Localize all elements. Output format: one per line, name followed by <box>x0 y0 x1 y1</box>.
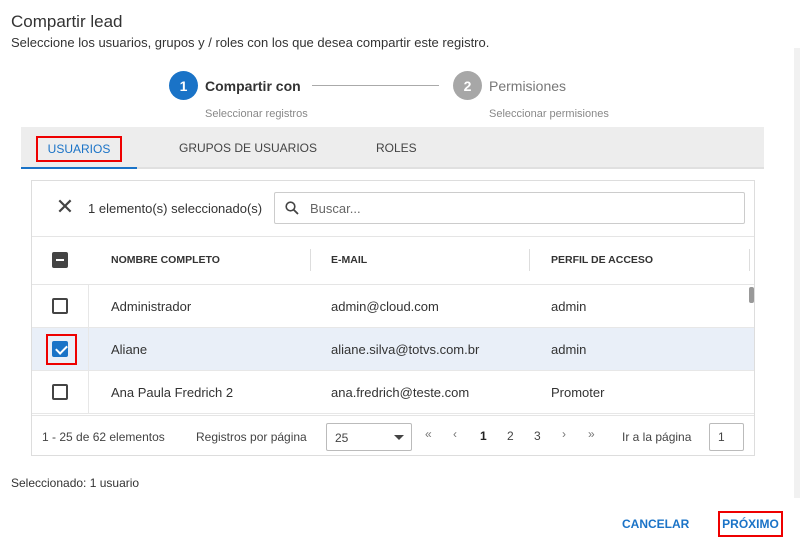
tab-roles[interactable]: ROLES <box>376 127 417 169</box>
step-number-2: 2 <box>453 71 482 100</box>
step-label-2: Permisiones <box>489 78 567 94</box>
column-divider <box>749 249 750 271</box>
pagination-bar: 1 - 25 de 62 elementos Registros por pág… <box>32 415 754 456</box>
column-divider <box>310 249 311 271</box>
row-email: aliane.silva@totvs.com.br <box>331 342 480 357</box>
table-row[interactable]: Aliane aliane.silva@totvs.com.br admin <box>32 328 754 371</box>
row-profile: admin <box>551 299 587 314</box>
step-sub-2: Seleccionar permisiones <box>489 108 609 120</box>
tab-usuarios-label: USUARIOS <box>35 136 123 162</box>
column-header-email: E-MAIL <box>331 254 368 266</box>
column-header-perfil: PERFIL DE ACCESO <box>551 254 654 266</box>
search-input[interactable] <box>310 198 730 218</box>
step-compartir-con[interactable]: 1 Compartir con Seleccionar registros <box>169 71 308 120</box>
step-number-1: 1 <box>169 71 198 100</box>
page-size-value: 25 <box>335 431 349 445</box>
row-email: admin@cloud.com <box>331 299 439 314</box>
row-profile: Promoter <box>551 385 605 400</box>
row-checkbox-cell <box>32 328 89 370</box>
page-scrollbar[interactable] <box>794 48 800 498</box>
select-all-checkbox[interactable] <box>52 252 68 268</box>
step-permisiones[interactable]: 2 Permisiones Seleccionar permisiones <box>453 71 609 120</box>
page-size-label: Registros por página <box>196 430 307 444</box>
selected-count: 1 elemento(s) seleccionado(s) <box>88 201 263 216</box>
row-name: Ana Paula Fredrich 2 <box>111 385 234 400</box>
row-checkbox-cell <box>32 371 89 413</box>
row-email: ana.fredrich@teste.com <box>331 385 470 400</box>
prev-page-icon[interactable]: ‹ <box>453 427 457 441</box>
column-header-nombre: NOMBRE COMPLETO <box>111 254 220 266</box>
row-checkbox[interactable] <box>52 298 68 314</box>
goto-page-label: Ir a la página <box>622 430 692 444</box>
next-page-icon[interactable]: › <box>562 427 566 441</box>
range-text: 1 - 25 de 62 elementos <box>42 430 165 444</box>
tab-usuarios[interactable]: USUARIOS <box>21 127 137 169</box>
step-connector <box>312 85 439 86</box>
row-profile: admin <box>551 342 587 357</box>
tab-bar: USUARIOS GRUPOS DE USUARIOS ROLES <box>21 127 764 169</box>
search-icon <box>285 201 299 215</box>
table-scrollbar[interactable] <box>749 287 754 303</box>
tab-grupos-de-usuarios[interactable]: GRUPOS DE USUARIOS <box>179 127 317 169</box>
dialog-subtitle: Seleccione los usuarios, grupos y / role… <box>11 35 490 50</box>
page-2[interactable]: 2 <box>507 429 514 443</box>
page-1[interactable]: 1 <box>480 429 487 443</box>
table-header: NOMBRE COMPLETO E-MAIL PERFIL DE ACCESO <box>32 236 754 285</box>
last-page-icon[interactable]: » <box>588 427 595 441</box>
table-row[interactable]: Ana Paula Fredrich 2 ana.fredrich@teste.… <box>32 371 754 414</box>
table-toolbar: ✕ 1 elemento(s) seleccionado(s) <box>32 181 754 236</box>
dialog-title: Compartir lead <box>11 12 123 31</box>
step-label-1: Compartir con <box>205 78 301 94</box>
column-divider <box>529 249 530 271</box>
selected-summary: Seleccionado: 1 usuario <box>11 476 140 490</box>
close-icon[interactable]: ✕ <box>55 196 75 218</box>
row-name: Aliane <box>111 342 148 357</box>
row-checkbox-cell <box>32 285 89 327</box>
row-name: Administrador <box>111 299 192 314</box>
row-checkbox[interactable] <box>52 384 68 400</box>
page-size-select[interactable]: 25 <box>326 423 412 451</box>
users-table-card: ✕ 1 elemento(s) seleccionado(s) NOMBRE C… <box>31 180 755 456</box>
page-3[interactable]: 3 <box>534 429 541 443</box>
first-page-icon[interactable]: « <box>425 427 432 441</box>
step-sub-1: Seleccionar registros <box>205 108 308 120</box>
goto-page-input[interactable]: 1 <box>709 423 744 451</box>
chevron-down-icon <box>394 435 404 440</box>
row-checkbox[interactable] <box>52 341 68 357</box>
search-box <box>274 192 745 224</box>
next-button[interactable]: PRÓXIMO <box>718 511 783 537</box>
cancel-button[interactable]: CANCELAR <box>622 517 689 531</box>
table-row[interactable]: Administrador admin@cloud.com admin <box>32 285 754 328</box>
